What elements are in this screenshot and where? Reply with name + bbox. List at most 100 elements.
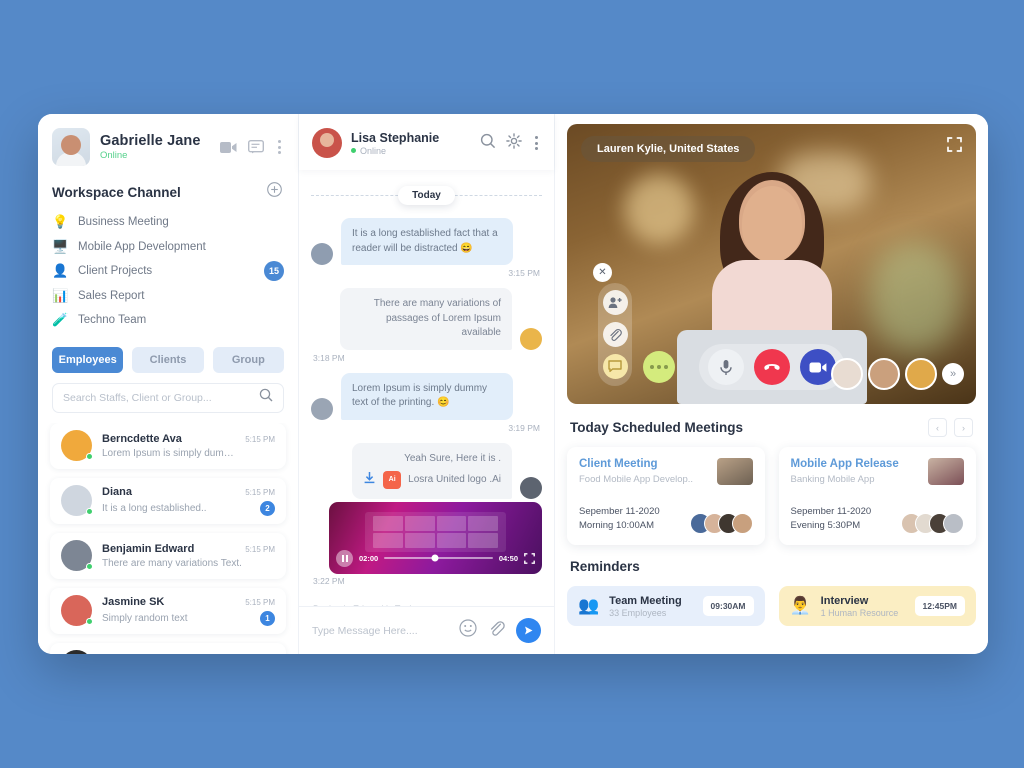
status-label: Online bbox=[360, 145, 387, 156]
close-icon[interactable]: ✕ bbox=[593, 263, 612, 282]
contact-preview: Lorem Ipsum is simply dummy .. bbox=[102, 447, 242, 459]
right-panel: Lauren Kylie, United States ✕ » Today Sc… bbox=[555, 114, 988, 654]
reminder-subtitle: 1 Human Resource bbox=[820, 607, 899, 618]
reminder-card-interview[interactable]: 👨‍💼 Interview 1 Human Resource 12:45PM bbox=[778, 586, 976, 626]
channel-item-sales-report[interactable]: 📊 Sales Report bbox=[52, 284, 284, 309]
message-incoming: It is a long established fact that a rea… bbox=[311, 218, 542, 265]
contact-filter-tabs: Employees Clients Group bbox=[38, 333, 298, 383]
channel-label: Techno Team bbox=[78, 314, 147, 327]
chat-contact-status: Online bbox=[351, 146, 439, 156]
meeting-schedule: Sepember 11-2020 Morning 10:00AM bbox=[579, 505, 660, 534]
avatar bbox=[61, 430, 93, 461]
end-call-button[interactable] bbox=[753, 349, 790, 385]
video-camera-icon[interactable] bbox=[220, 141, 237, 154]
avatar bbox=[520, 476, 542, 499]
chat-icon[interactable] bbox=[602, 354, 628, 379]
channel-label: Mobile App Development bbox=[78, 240, 206, 253]
video-progress-slider[interactable] bbox=[384, 554, 493, 562]
contact-name: Jasmine SK bbox=[102, 595, 165, 608]
list-item[interactable]: Benjamin Edward 5:15 PM There are many v… bbox=[50, 532, 286, 579]
gear-icon[interactable] bbox=[506, 132, 522, 154]
video-controls: 02:00 04:50 bbox=[336, 549, 535, 567]
meeting-time: Morning 10:00AM bbox=[579, 520, 654, 532]
people-icon: 👥 bbox=[578, 596, 600, 615]
avatar bbox=[312, 128, 342, 158]
meetings-header: Today Scheduled Meetings ‹ › bbox=[570, 418, 973, 437]
fullscreen-icon[interactable] bbox=[947, 137, 962, 157]
more-horizontal-icon[interactable] bbox=[643, 351, 675, 383]
reminder-card-team-meeting[interactable]: 👥 Team Meeting 33 Employees 09:30AM bbox=[567, 586, 765, 626]
search-input[interactable] bbox=[63, 391, 259, 404]
search-box[interactable] bbox=[52, 382, 284, 413]
search-icon[interactable] bbox=[480, 133, 496, 154]
chat-contact-name: Lisa Stephanie bbox=[351, 130, 440, 145]
paperclip-icon[interactable] bbox=[602, 322, 628, 347]
call-participants: » bbox=[831, 358, 964, 390]
channel-label: Client Projects bbox=[78, 265, 153, 278]
paperclip-icon[interactable] bbox=[488, 620, 505, 642]
contact-preview: Simply random text bbox=[102, 612, 188, 624]
mic-button[interactable] bbox=[707, 349, 744, 385]
unread-badge: 1 bbox=[260, 610, 275, 626]
avatar[interactable] bbox=[831, 358, 863, 390]
tab-clients[interactable]: Clients bbox=[132, 346, 204, 373]
meeting-card-client-meeting[interactable]: Client Meeting Food Mobile App Develop..… bbox=[567, 447, 765, 545]
channel-item-mobile-app-development[interactable]: 🖥️ Mobile App Development bbox=[52, 235, 284, 260]
avatar[interactable] bbox=[868, 358, 900, 390]
send-button[interactable] bbox=[516, 618, 541, 643]
video-message[interactable]: 02:00 04:50 bbox=[329, 501, 542, 574]
contact-time: 5:15 PM bbox=[245, 544, 275, 554]
tab-employees[interactable]: Employees bbox=[52, 346, 124, 373]
video-call-view: Lauren Kylie, United States ✕ » bbox=[567, 124, 976, 404]
download-icon[interactable] bbox=[363, 471, 376, 490]
workspace-title: Workspace Channel bbox=[52, 184, 181, 200]
test-tube-icon: 🧪 bbox=[52, 312, 69, 328]
chevron-double-right-icon[interactable]: » bbox=[942, 363, 964, 385]
list-item[interactable]: Jacob Ian 5:15 PM bbox=[50, 642, 286, 654]
reminders-header: Reminders bbox=[570, 559, 973, 574]
meeting-card-mobile-app-release[interactable]: Mobile App Release Banking Mobile App Se… bbox=[778, 447, 976, 545]
message-bubble: There are many variations of passages of… bbox=[340, 288, 512, 350]
avatar bbox=[61, 650, 92, 654]
list-item[interactable]: Berncdette Ava 5:15 PM Lorem Ipsum is si… bbox=[50, 422, 286, 469]
search-icon[interactable] bbox=[259, 388, 273, 407]
chevron-right-icon[interactable]: › bbox=[954, 418, 973, 437]
more-vertical-icon[interactable] bbox=[275, 140, 284, 154]
chevron-left-icon[interactable]: ‹ bbox=[928, 418, 947, 437]
chat-icon[interactable] bbox=[248, 140, 264, 154]
list-item[interactable]: Jasmine SK 5:15 PM Simply random text 1 bbox=[50, 587, 286, 634]
pause-icon[interactable] bbox=[336, 549, 353, 567]
list-item[interactable]: Diana 5:15 PM It is a long established..… bbox=[50, 477, 286, 524]
sidebar: Gabrielle Jane Online Workspace Channel bbox=[38, 114, 299, 654]
channel-item-business-meeting[interactable]: 💡 Business Meeting bbox=[52, 210, 284, 235]
message-file-outgoing: Yeah Sure, Here it is . Ai Losra United … bbox=[311, 442, 542, 499]
channel-label: Business Meeting bbox=[78, 216, 169, 229]
avatar bbox=[311, 397, 333, 420]
channel-item-client-projects[interactable]: 👤 Client Projects 15 bbox=[52, 259, 284, 284]
meeting-attendees bbox=[901, 513, 964, 534]
fullscreen-icon[interactable] bbox=[524, 552, 535, 564]
avatar[interactable] bbox=[905, 358, 937, 390]
channel-item-techno-team[interactable]: 🧪 Techno Team bbox=[52, 308, 284, 333]
slider-knob[interactable] bbox=[431, 554, 439, 562]
video-thumbnail-grid bbox=[373, 515, 498, 548]
plus-circle-icon[interactable] bbox=[267, 182, 282, 202]
tab-group[interactable]: Group bbox=[212, 346, 284, 373]
user-profile[interactable]: Gabrielle Jane Online bbox=[38, 114, 298, 176]
online-indicator bbox=[86, 453, 93, 460]
more-vertical-icon[interactable] bbox=[532, 136, 541, 150]
video-elapsed: 02:00 bbox=[359, 553, 379, 563]
smiley-icon[interactable] bbox=[459, 619, 477, 642]
caller-name-label: Lauren Kylie, United States bbox=[581, 136, 756, 162]
message-input[interactable] bbox=[312, 624, 448, 637]
contact-time: 5:15 PM bbox=[245, 434, 275, 444]
add-person-icon[interactable] bbox=[602, 290, 628, 315]
message-timestamp: 3:18 PM bbox=[313, 352, 345, 363]
file-attachment[interactable]: Ai Losra United logo .Ai bbox=[363, 471, 501, 490]
channel-list: 💡 Business Meeting 🖥️ Mobile App Develop… bbox=[38, 210, 298, 333]
video-message-timestamp: 3:22 PM bbox=[313, 575, 345, 586]
file-type-badge: Ai bbox=[383, 471, 402, 490]
reminder-time: 12:45PM bbox=[914, 596, 965, 616]
file-message-text: Yeah Sure, Here it is . bbox=[404, 452, 501, 464]
day-label: Today bbox=[398, 186, 455, 205]
